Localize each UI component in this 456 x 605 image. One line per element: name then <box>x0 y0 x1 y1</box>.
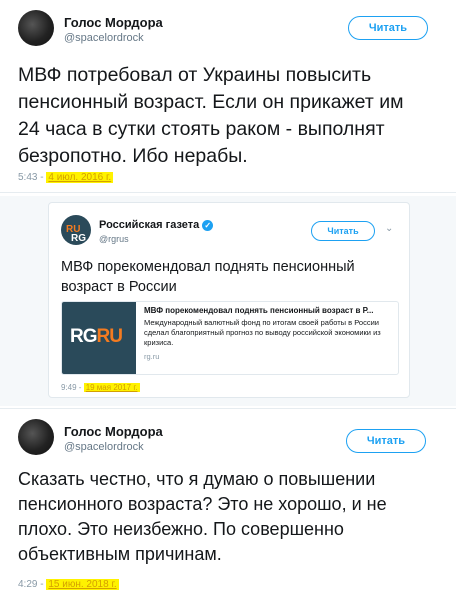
tweet-time: 4:29 <box>18 579 38 590</box>
card-image: RGRU <box>62 302 136 374</box>
author-name[interactable]: Голос Мордора <box>64 424 163 439</box>
rg-logo: RGRU <box>70 326 123 347</box>
tweet-text: МВФ порекомендовал поднять пенсионный во… <box>61 259 355 295</box>
tweet-timestamp[interactable]: 4:29 - 15 июн. 2018 г. <box>18 579 119 590</box>
tweet-3: Голос Мордора @spacelordrock Читать Сказ… <box>0 408 456 605</box>
tweet-date-highlight: 19 мая 2017 г. <box>83 383 140 392</box>
tweet-text: Сказать честно, что я думаю о повышении … <box>18 469 387 564</box>
author-handle[interactable]: @spacelordrock <box>64 441 144 453</box>
tweet-date-highlight: 15 июн. 2018 г. <box>46 579 119 590</box>
tweet-time: 9:49 <box>61 383 77 392</box>
follow-button[interactable]: Читать <box>311 221 375 241</box>
card-domain: rg.ru <box>144 352 160 361</box>
author-name[interactable]: Голос Мордора <box>64 15 163 30</box>
verified-badge-icon: ✓ <box>202 219 214 231</box>
avatar[interactable] <box>18 10 54 46</box>
link-card[interactable]: RGRU МВФ порекомендовал поднять пенсионн… <box>61 301 399 375</box>
card-description: Международный валютный фонд по итогам св… <box>144 318 381 347</box>
card-title: МВФ порекомендовал поднять пенсионный во… <box>144 306 374 315</box>
tweet-1: Голос Мордора @spacelordrock Читать МВФ … <box>0 0 456 193</box>
author-handle[interactable]: @rgrus <box>99 234 129 244</box>
tweet-timestamp[interactable]: 9:49 - 19 мая 2017 г. <box>61 383 140 392</box>
tweet-2: RG RU Российская газета ✓ @rgrus Читать ⌄ … <box>48 202 410 398</box>
tweet-date[interactable]: 15 июн. 2018 г. <box>48 579 116 590</box>
chevron-down-icon[interactable]: ⌄ <box>385 223 393 234</box>
follow-button[interactable]: Читать <box>348 16 428 40</box>
tweet-date-highlight: 4 июл. 2016 г. <box>46 172 114 183</box>
author-name[interactable]: Российская газета ✓ <box>99 219 214 231</box>
embedded-tweet-frame: RG RU Российская газета ✓ @rgrus Читать ⌄ … <box>0 196 456 406</box>
tweet-date[interactable]: 19 мая 2017 г. <box>86 383 138 392</box>
tweet-time: 5:43 <box>18 172 38 183</box>
tweet-date[interactable]: 4 июл. 2016 г. <box>48 172 111 183</box>
author-handle[interactable]: @spacelordrock <box>64 32 144 44</box>
follow-button[interactable]: Читать <box>346 429 426 453</box>
tweet-text: МВФ потребовал от Украины повысить пенси… <box>18 64 404 167</box>
avatar[interactable] <box>18 419 54 455</box>
tweet-timestamp[interactable]: 5:43 - 4 июл. 2016 г. <box>18 172 114 183</box>
avatar[interactable]: RG RU <box>61 215 91 245</box>
